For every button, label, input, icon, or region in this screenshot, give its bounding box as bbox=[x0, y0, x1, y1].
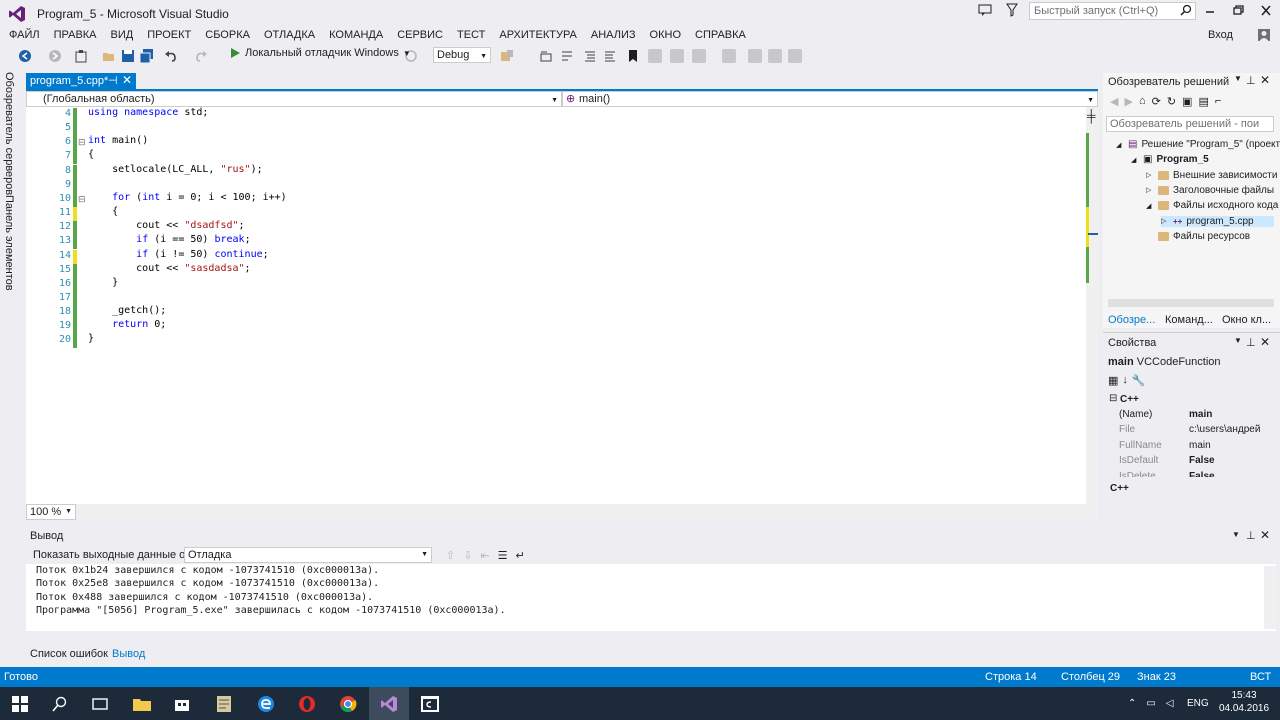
output-source-label: Показать выходные данные от: bbox=[33, 549, 194, 561]
status-ready: Готово bbox=[4, 671, 38, 683]
horizontal-scrollbar[interactable] bbox=[78, 504, 1098, 520]
task-view-icon[interactable] bbox=[80, 687, 120, 720]
system-clock[interactable]: 15:43 04.04.2016 bbox=[1216, 689, 1272, 715]
store-icon[interactable] bbox=[162, 687, 202, 720]
output-line: Поток 0x488 завершился с кодом -10737415… bbox=[36, 591, 374, 603]
zoom-value: 100 % bbox=[30, 506, 62, 518]
status-line: Строка 14 bbox=[985, 671, 1037, 683]
clear-all-icon[interactable]: ⇤ bbox=[480, 549, 489, 562]
property-value[interactable]: False bbox=[1189, 455, 1215, 466]
system-tray: ⌃ ▭ ◁ bbox=[1128, 698, 1174, 709]
property-name[interactable]: IsDefault bbox=[1119, 455, 1158, 466]
property-value[interactable]: c:\users\андрей bbox=[1189, 424, 1260, 435]
chevron-down-icon: ▼ bbox=[421, 551, 428, 558]
notepad-icon[interactable] bbox=[204, 687, 244, 720]
property-name[interactable]: FullName bbox=[1119, 440, 1162, 451]
output-source-value: Отладка bbox=[188, 549, 232, 561]
input-language-indicator[interactable]: ENG bbox=[1187, 698, 1209, 709]
tab-output[interactable]: Вывод bbox=[112, 648, 145, 660]
volume-icon[interactable]: ◁ bbox=[1166, 698, 1174, 709]
chrome-browser-icon[interactable] bbox=[328, 687, 368, 720]
windows-start-icon[interactable] bbox=[0, 687, 40, 720]
status-insert-mode: ВСТ bbox=[1250, 671, 1272, 683]
console-app-icon[interactable] bbox=[410, 687, 450, 720]
property-value[interactable]: main bbox=[1189, 440, 1211, 451]
output-line: Программа "[5056] Program_5.exe" заверши… bbox=[36, 605, 506, 617]
chevron-down-icon: ▼ bbox=[65, 508, 72, 515]
properties-description: C++ bbox=[1110, 483, 1129, 494]
clock-time: 15:43 bbox=[1231, 690, 1257, 701]
output-line: Поток 0x1b24 завершился с кодом -1073741… bbox=[36, 565, 380, 576]
pin-icon[interactable]: ⊥ bbox=[1246, 529, 1256, 542]
output-scrollbar[interactable] bbox=[1264, 566, 1276, 629]
clear-output-icon[interactable]: ☰ bbox=[498, 549, 508, 562]
visual-studio-taskbar-icon[interactable] bbox=[369, 687, 409, 720]
goto-prev-message-icon[interactable]: ⇧ bbox=[446, 549, 455, 562]
output-panel-title: Вывод bbox=[30, 530, 64, 542]
network-icon[interactable]: ▭ bbox=[1146, 698, 1155, 709]
status-bar: Готово Строка 14 Столбец 29 Знак 23 ВСТ bbox=[0, 667, 1280, 687]
output-source-dropdown[interactable]: Отладка ▼ bbox=[184, 547, 432, 563]
status-column: Столбец 29 bbox=[1061, 671, 1121, 683]
word-wrap-icon[interactable]: ↵ bbox=[516, 549, 525, 562]
goto-next-message-icon[interactable]: ⇩ bbox=[463, 549, 472, 562]
clock-date: 04.04.2016 bbox=[1218, 703, 1270, 714]
zoom-dropdown[interactable]: 100 % ▼ bbox=[26, 504, 76, 520]
chevron-down-icon[interactable]: ▼ bbox=[1232, 530, 1240, 539]
property-name[interactable]: IsDelete bbox=[1119, 471, 1156, 477]
tray-up-icon[interactable]: ⌃ bbox=[1128, 698, 1136, 709]
property-value[interactable]: main bbox=[1189, 409, 1212, 420]
properties-grid: (Name) main File c:\users\андрей FullName mai… bbox=[0, 0, 1280, 478]
status-char: Знак 23 bbox=[1137, 671, 1176, 683]
property-name[interactable]: (Name) bbox=[1119, 409, 1152, 420]
property-name[interactable]: File bbox=[1119, 424, 1135, 435]
search-icon[interactable] bbox=[40, 687, 80, 720]
file-explorer-icon[interactable] bbox=[122, 687, 162, 720]
edge-browser-icon[interactable] bbox=[246, 687, 286, 720]
tab-error-list[interactable]: Список ошибок bbox=[30, 648, 108, 660]
output-toolbar: ⇧ ⇩ ⇤ ☰ ↵ bbox=[446, 549, 525, 562]
output-line: Поток 0x25e8 завершился с кодом -1073741… bbox=[36, 578, 380, 590]
property-value[interactable]: False bbox=[1189, 471, 1215, 477]
close-icon[interactable]: ✕ bbox=[1260, 528, 1270, 542]
opera-browser-icon[interactable] bbox=[287, 687, 327, 720]
